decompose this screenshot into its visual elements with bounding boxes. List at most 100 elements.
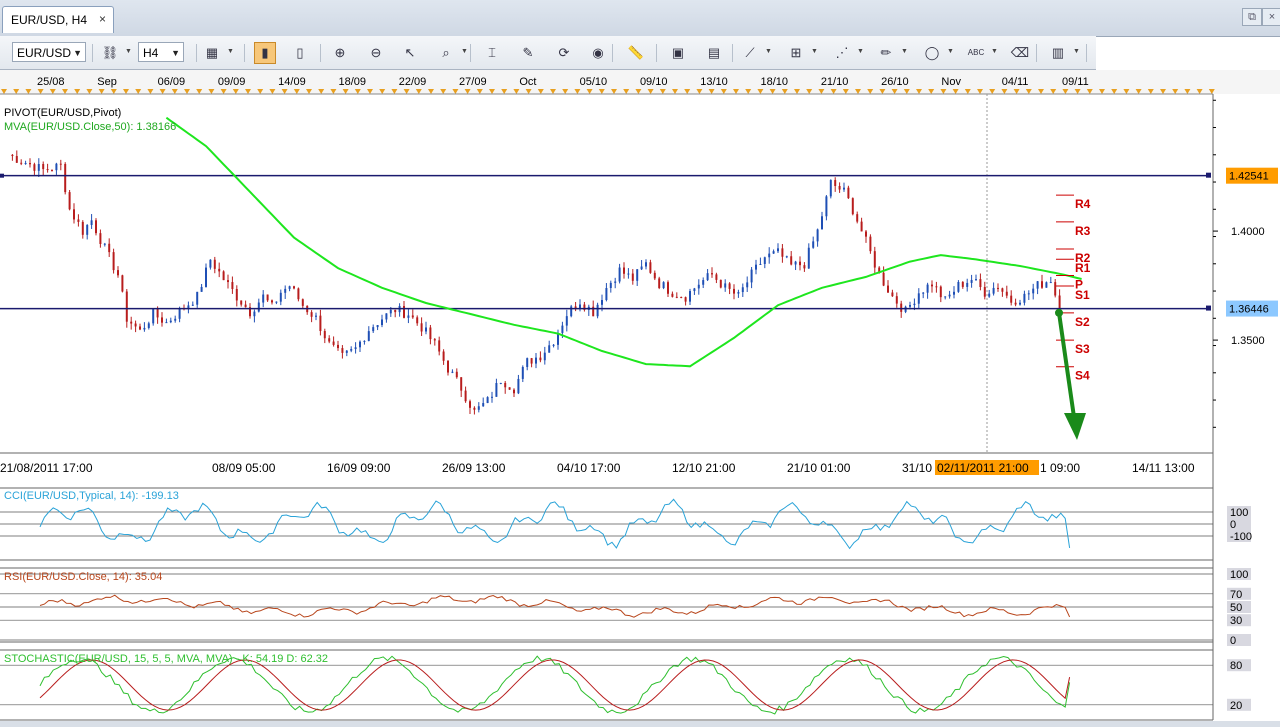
globe-icon[interactable]: ◉ (588, 43, 608, 63)
candle-body (491, 396, 493, 398)
line-handle (1206, 305, 1211, 311)
horizontal-scrollbar[interactable] (0, 721, 1280, 727)
image-icon[interactable]: ▣ (668, 43, 688, 63)
chart-type-icon[interactable]: ▦ (202, 43, 222, 63)
candle-body (235, 289, 238, 301)
close-window-icon[interactable]: × (1262, 8, 1280, 26)
line-tool-icon[interactable]: ⟋ (740, 43, 760, 63)
timeframe-select[interactable]: H4 ▼ (138, 42, 184, 62)
candle-body (73, 209, 75, 220)
candle-body (469, 401, 471, 408)
top-date-label: 05/10 (580, 76, 608, 88)
chart-area[interactable]: 25/08 Sep 06/09 09/09 14/09 18/09 22/09 27/09 Oc… (0, 70, 1280, 721)
pivot-label: S3 (1075, 342, 1090, 356)
panel-tick-label: 80 (1230, 660, 1242, 672)
template-icon[interactable]: ▤ (704, 43, 724, 63)
candle-body (689, 291, 691, 302)
candle-body (42, 163, 45, 170)
candle-body (887, 285, 889, 293)
cci-legend: CCI(EUR/USD,Typical, 14): -199.13 (4, 490, 179, 502)
rsi-legend: RSI(EUR/USD.Close, 14): 35.04 (4, 571, 162, 583)
indicator-icon[interactable]: ⊞ (786, 43, 806, 63)
eraser-icon[interactable]: ⌫ (1010, 43, 1030, 63)
candle-body (341, 348, 344, 353)
candle-body (77, 219, 80, 222)
rsi-line (39, 594, 1071, 618)
candle-body (526, 358, 529, 368)
candle-body (68, 192, 71, 210)
candle-body (1027, 293, 1030, 295)
dropdown-arrow-icon[interactable]: ▼ (765, 48, 772, 55)
pen-icon[interactable]: ✏ (876, 43, 896, 63)
candle-body (697, 284, 700, 289)
text-tool-icon[interactable]: ABC (966, 43, 986, 63)
candle-body (821, 216, 823, 230)
layout-icon[interactable]: ▥ (1048, 43, 1068, 63)
chart-tab[interactable]: EUR/USD, H4 × (2, 6, 114, 33)
candle-body (1032, 288, 1035, 294)
pivot-label: R4 (1075, 197, 1091, 211)
candle-body (297, 288, 300, 300)
candle-body (1041, 281, 1043, 288)
candle-body (517, 378, 520, 394)
dropdown-arrow-icon[interactable]: ▼ (461, 48, 468, 55)
dropdown-arrow-icon[interactable]: ▼ (947, 48, 954, 55)
candle-body (407, 315, 410, 318)
candle-body (829, 180, 832, 197)
candle-body (684, 297, 687, 302)
dropdown-arrow-icon[interactable]: ▼ (811, 48, 818, 55)
candle-body (755, 264, 757, 270)
candle-body (675, 296, 678, 298)
zoom-in-icon[interactable]: ⊕ (330, 43, 350, 63)
top-date-label: 13/10 (700, 76, 728, 88)
candle-body (310, 312, 313, 317)
symbol-select[interactable]: EUR/USD ▼ (12, 42, 86, 62)
link-icon[interactable]: ⛓ (100, 43, 120, 63)
zoom-out-icon[interactable]: ⊖ (366, 43, 386, 63)
dropdown-arrow-icon[interactable]: ▼ (125, 48, 132, 55)
candle-body (442, 351, 445, 361)
dropdown-arrow-icon[interactable]: ▼ (991, 48, 998, 55)
candle-body (213, 259, 216, 269)
candle-body (147, 323, 150, 328)
bottom-date-label: 08/09 05:00 (212, 461, 276, 475)
candle-body (909, 305, 911, 307)
candle-body (856, 214, 859, 222)
dropdown-arrow-icon[interactable]: ▼ (227, 48, 234, 55)
candle-body (825, 196, 828, 217)
bar-icon[interactable]: ▯ (290, 43, 310, 63)
tab-close-icon[interactable]: × (99, 12, 106, 26)
candle-body (86, 224, 89, 235)
candle-body (693, 288, 696, 292)
fib-icon[interactable]: ⋰ (832, 43, 852, 63)
magnify-icon[interactable]: ⌕ (436, 43, 456, 63)
restore-window-icon[interactable]: ⧉ (1242, 8, 1262, 26)
panel-tick-label: 100 (1230, 569, 1248, 581)
dropdown-arrow-icon[interactable]: ▼ (1073, 48, 1080, 55)
candle-icon[interactable]: ▮ (254, 42, 276, 64)
cursor-icon[interactable]: ↖ (400, 43, 420, 63)
candle-body (425, 327, 427, 332)
dropdown-arrow-icon[interactable]: ▼ (901, 48, 908, 55)
candle-body (293, 286, 295, 289)
dropdown-arrow-icon[interactable]: ▼ (857, 48, 864, 55)
candle-body (354, 347, 357, 350)
ruler-icon[interactable]: 📏 (626, 43, 646, 63)
candle-body (222, 271, 225, 281)
edit-icon[interactable]: ✎ (518, 43, 538, 63)
candle-body (169, 320, 172, 323)
top-date-label: 18/09 (338, 76, 366, 88)
candle-body (596, 304, 599, 317)
candle-body (535, 357, 537, 364)
candle-body (807, 247, 810, 269)
crosshair-icon[interactable]: ⌶ (482, 43, 502, 63)
sync-icon[interactable]: ⟳ (554, 43, 574, 63)
candle-body (992, 287, 995, 294)
ellipse-icon[interactable]: ◯ (922, 43, 942, 63)
candle-body (29, 163, 31, 165)
top-date-label: 27/09 (459, 76, 487, 88)
candle-body (301, 299, 304, 306)
candle-body (966, 282, 969, 287)
candle-body (812, 241, 815, 248)
candle-body (543, 352, 546, 361)
